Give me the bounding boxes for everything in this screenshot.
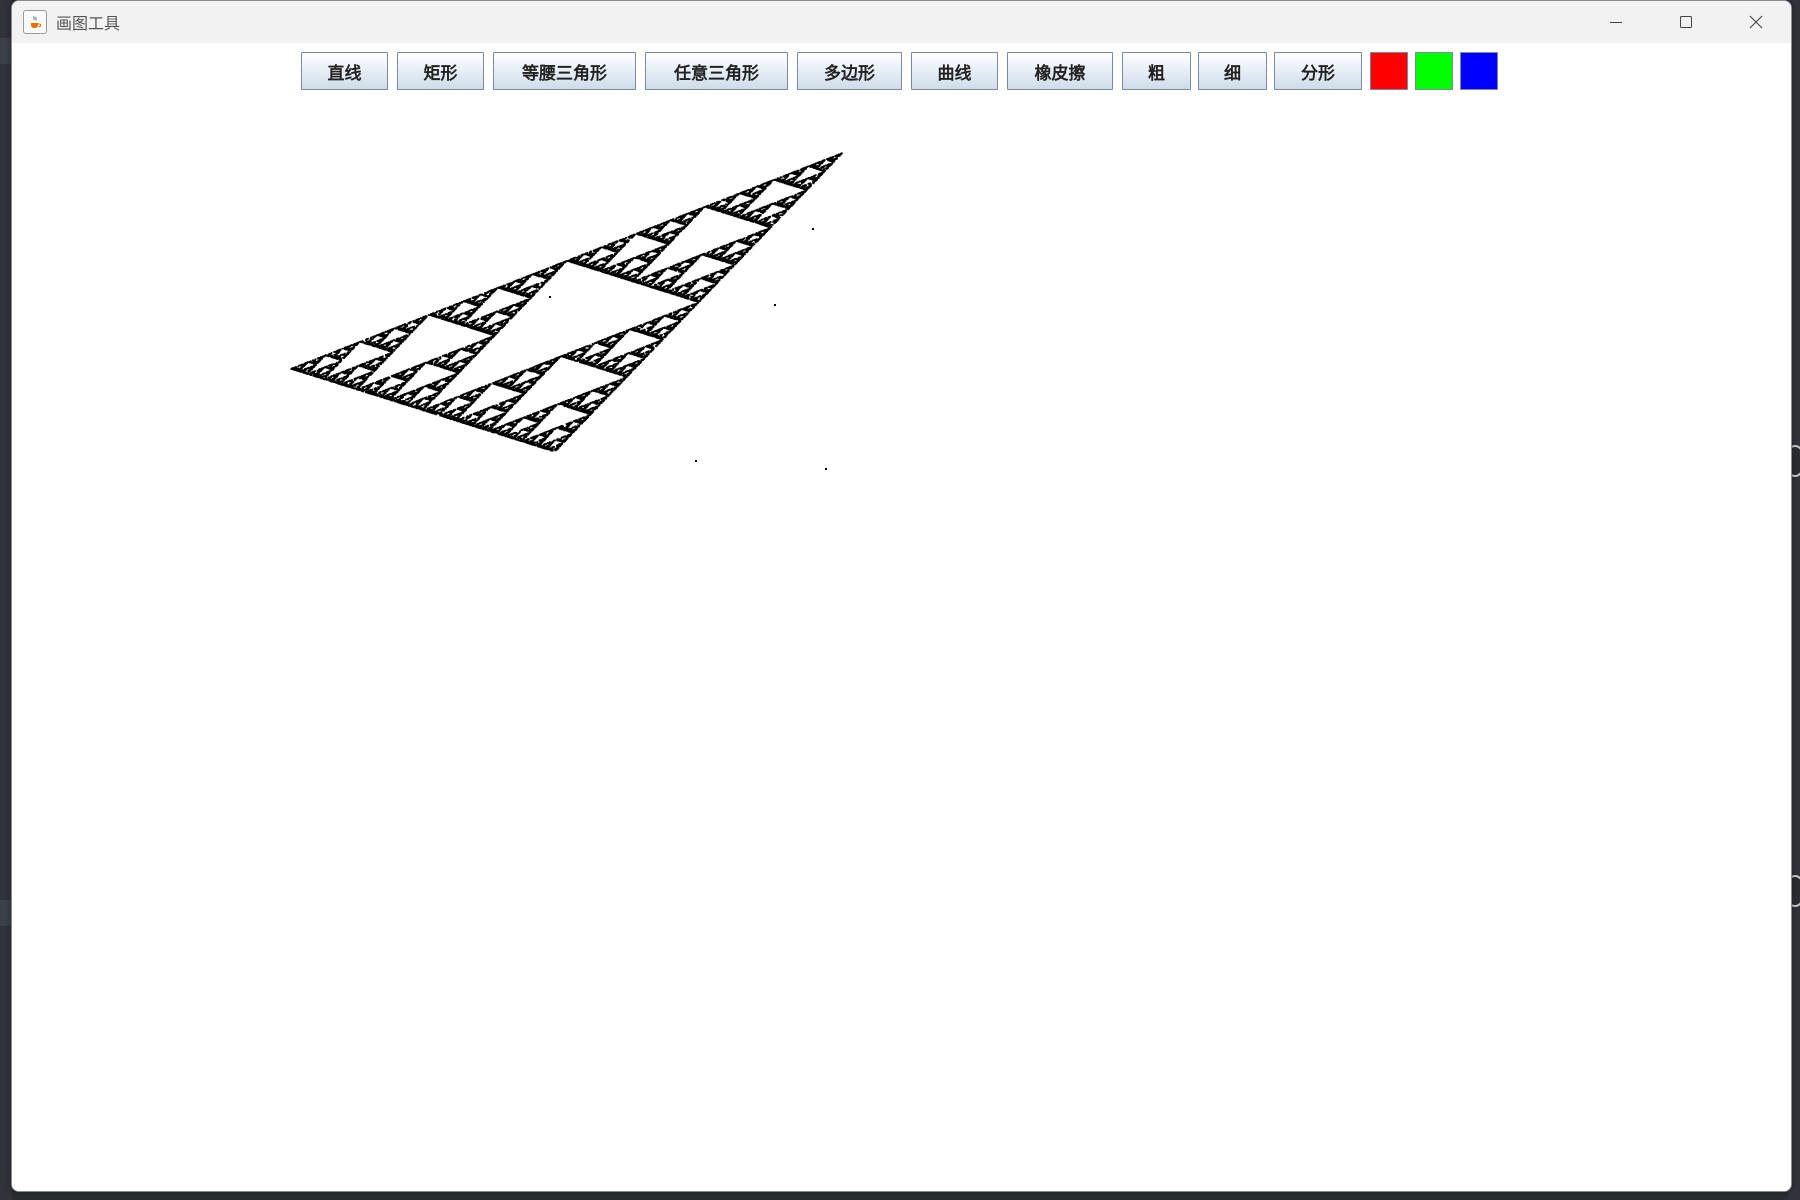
- paint-app-window: 画图工具 直线 矩形 等腰三角形 任意三角形 多边形 曲线 橡皮擦 粗 细 分形: [11, 0, 1792, 1192]
- drawing-canvas[interactable]: [12, 96, 1791, 1191]
- stray-dot: [812, 228, 814, 230]
- stray-dot: [825, 468, 827, 470]
- close-button[interactable]: [1721, 1, 1791, 43]
- curve-tool-button[interactable]: 曲线: [911, 52, 998, 90]
- red-color-button[interactable]: [1370, 52, 1408, 90]
- eraser-tool-button[interactable]: 橡皮擦: [1007, 52, 1113, 90]
- window-controls: [1581, 1, 1791, 43]
- blue-color-button[interactable]: [1460, 52, 1498, 90]
- fractal-tool-button[interactable]: 分形: [1274, 52, 1362, 90]
- tool-toolbar: 直线 矩形 等腰三角形 任意三角形 多边形 曲线 橡皮擦 粗 细 分形: [12, 52, 1791, 92]
- sierpinski-fractal-drawing: [290, 152, 843, 470]
- title-bar[interactable]: 画图工具: [12, 1, 1791, 43]
- close-icon: [1749, 15, 1763, 29]
- thin-stroke-button[interactable]: 细: [1198, 52, 1267, 90]
- green-color-button[interactable]: [1415, 52, 1453, 90]
- java-cup-icon: [23, 10, 47, 34]
- arbitrary-triangle-tool-button[interactable]: 任意三角形: [645, 52, 788, 90]
- stray-dot: [549, 296, 551, 298]
- stray-dot: [774, 304, 776, 306]
- stray-dot: [695, 460, 697, 462]
- rectangle-tool-button[interactable]: 矩形: [397, 52, 484, 90]
- line-tool-button[interactable]: 直线: [301, 52, 388, 90]
- minimize-icon: [1610, 22, 1622, 23]
- polygon-tool-button[interactable]: 多边形: [797, 52, 902, 90]
- fractal-points: [290, 152, 843, 452]
- isosceles-triangle-tool-button[interactable]: 等腰三角形: [493, 52, 636, 90]
- window-title: 画图工具: [56, 14, 121, 33]
- minimize-button[interactable]: [1581, 1, 1651, 43]
- maximize-button[interactable]: [1651, 1, 1721, 43]
- maximize-icon: [1680, 16, 1692, 28]
- thick-stroke-button[interactable]: 粗: [1122, 52, 1191, 90]
